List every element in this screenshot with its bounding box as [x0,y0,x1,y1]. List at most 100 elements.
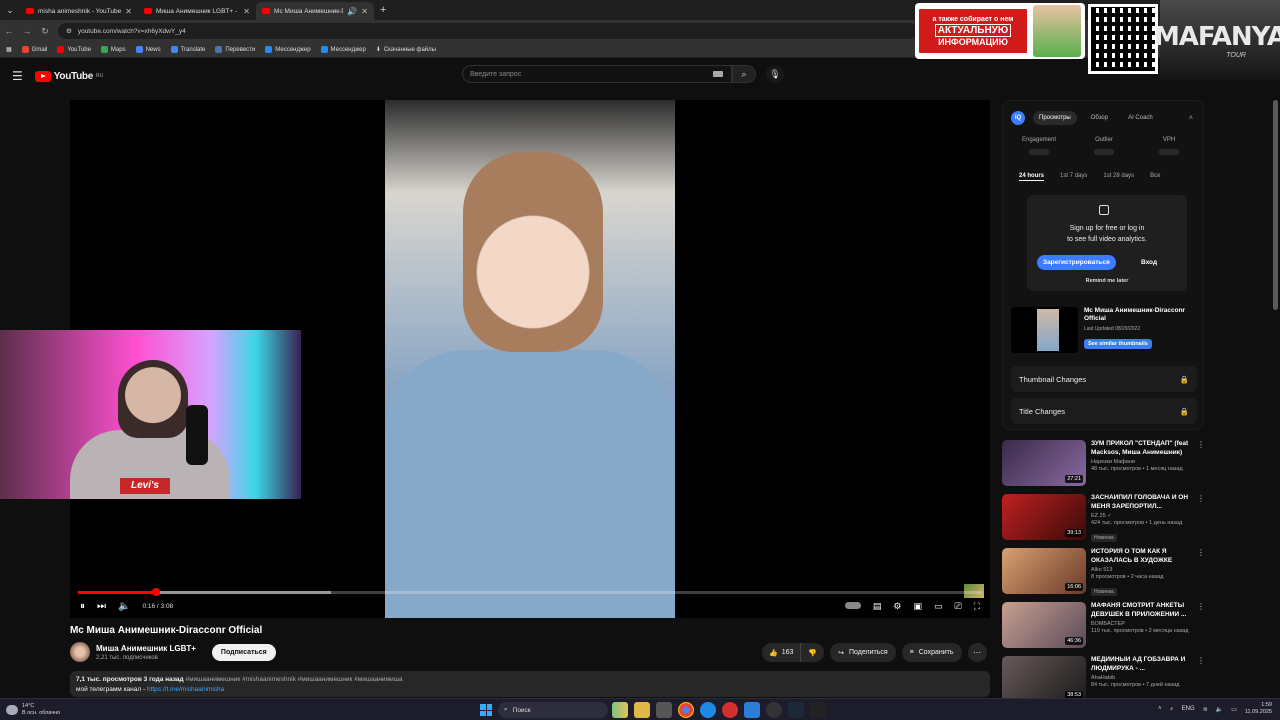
scrubber-handle[interactable] [151,588,160,596]
title-changes-row[interactable]: Title Changes 🔒 [1011,398,1197,424]
kebab-menu-icon[interactable]: ⋮ [1197,656,1205,665]
rec-title[interactable]: МЕДИЙНЫЙ АД ГОБЗАВРА И ЛЮДМИРУКА - ... [1091,656,1201,673]
search-button[interactable]: ⌕ [732,65,756,83]
widgets-icon[interactable] [612,702,628,718]
apps-icon[interactable]: ▦ [6,46,12,53]
range-28d[interactable]: 1st 28 days [1103,173,1134,181]
subtitles-icon[interactable]: ▤ [873,601,882,612]
remind-later-link[interactable]: Remind me later [1027,278,1187,284]
tab-views[interactable]: Просмотры [1033,111,1077,125]
rec-channel[interactable]: EZ 25 ✓ [1091,513,1201,519]
bookmark-translate[interactable]: Translate [170,46,205,53]
similar-thumbnails-button[interactable]: See similar thumbnails [1083,339,1152,349]
cast-icon[interactable]: ⎚ [954,601,961,612]
weather-widget[interactable]: 14°C В осн. облачно [6,703,60,717]
bookmark-news[interactable]: News [135,46,161,53]
back-icon[interactable]: ← [0,26,18,36]
rec-title[interactable]: ЗУМ ПРИКОЛ "СТЕНДАП" (feat Macksos, Миша… [1091,440,1201,457]
video-description[interactable]: 7,1 тыс. просмотров 3 года назад #мишаан… [70,671,990,697]
rec-title[interactable]: МАФАНЯ СМОТРИТ АНКЕТЫ ДЕВУШЕК В ПРИЛОЖЕН… [1091,602,1201,619]
clock[interactable]: 1:59 11.09.2025 [1245,702,1272,716]
network-icon[interactable]: ⚡ [1169,706,1173,713]
rec-channel[interactable]: БОМБАСТЕР [1091,621,1201,627]
keyboard-icon[interactable] [713,71,723,77]
close-tab-icon[interactable]: ✕ [125,7,132,16]
rec-thumbnail[interactable]: 39:13 [1002,494,1086,540]
site-info-icon[interactable]: ⚙ [66,27,72,35]
reload-icon[interactable]: ↻ [36,26,54,37]
url-input[interactable]: ⚙ youtube.com/watch?v=xh6yXdwY_y4 [58,23,918,39]
tab-overview[interactable]: Обзор [1085,111,1114,125]
close-tab-icon[interactable]: ✕ [361,7,368,16]
start-button[interactable] [480,704,492,716]
telegram-link[interactable]: https://t.me/mishaanimisha [147,686,224,693]
kebab-menu-icon[interactable]: ⋮ [1197,602,1205,611]
progress-bar[interactable] [78,588,982,596]
hamburger-menu-icon[interactable]: ☰ [12,69,23,83]
browser-tab-2[interactable]: Миша Анимешник LGBT+ - Yo ✕ [138,2,256,20]
next-icon[interactable]: ⏭ [97,601,106,612]
kebab-menu-icon[interactable]: ⋮ [1197,440,1205,449]
autoplay-toggle[interactable] [844,601,861,609]
app-icon[interactable] [810,702,826,718]
kebab-menu-icon[interactable]: ⋮ [1197,548,1205,557]
vscode-icon[interactable] [744,702,760,718]
page-scrollbar[interactable] [1273,100,1278,310]
hashtags[interactable]: #мишаанимешник #mishaanimeshnik #мишаани… [185,676,402,683]
login-button[interactable]: Вход [1141,259,1157,266]
tab-ai-coach[interactable]: AI Coach [1122,111,1159,125]
register-button[interactable]: Зарегистрироваться [1037,255,1116,270]
bookmark-maps[interactable]: Maps [100,46,126,53]
youtube-logo[interactable]: YouTube RU [34,70,103,82]
wifi-icon[interactable]: ≋ [1203,706,1208,713]
bookmark-messenger-2[interactable]: Мессенджер [320,46,366,53]
tab-list-icon[interactable]: ⌄ [0,0,20,20]
forward-icon[interactable]: → [18,26,36,36]
voice-search-button[interactable]: 🎙 [766,65,784,83]
thumbnail-changes-row[interactable]: Thumbnail Changes 🔒 [1011,366,1197,392]
rec-channel[interactable]: Alko 513 [1091,567,1201,573]
list-item[interactable]: 16:06 ИСТОРИЯ О ТОМ КАК Я ОКАЗАЛАСЬ В ХУ… [1002,548,1208,602]
browser-tab-3[interactable]: Мс Миша Анимешник-Dir 🔊 ✕ [256,2,374,20]
list-item[interactable]: 27:21 ЗУМ ПРИКОЛ "СТЕНДАП" (feat Macksos… [1002,440,1208,494]
pause-icon[interactable]: ⏸ [80,601,85,612]
rec-title[interactable]: ИСТОРИЯ О ТОМ КАК Я ОКАЗАЛАСЬ В ХУДОЖКЕ [1091,548,1201,565]
fullscreen-icon[interactable]: ⛶ [974,601,980,612]
speaker-icon[interactable]: 🔊 [347,7,357,16]
new-tab-icon[interactable]: + [380,4,386,16]
chevron-up-icon[interactable]: ˄ [1189,115,1193,122]
dislike-button[interactable]: 👎 [801,649,824,657]
kebab-menu-icon[interactable]: ⋮ [1197,494,1205,503]
bookmark-gmail[interactable]: Gmail [21,46,47,53]
task-view-icon[interactable] [656,702,672,718]
channel-avatar[interactable] [70,642,90,662]
volume-icon[interactable]: 🔈 [1216,706,1223,713]
range-all[interactable]: Все [1150,173,1160,181]
battery-icon[interactable]: ▭ [1231,706,1237,713]
list-item[interactable]: 46:36 МАФАНЯ СМОТРИТ АНКЕТЫ ДЕВУШЕК В ПР… [1002,602,1208,656]
rec-channel[interactable]: Нарезки Мафани [1091,459,1201,465]
save-button[interactable]: ≡ Сохранить [901,643,962,662]
theater-mode-icon[interactable]: ▭ [934,601,943,612]
rec-thumbnail[interactable]: 38:53 [1002,656,1086,702]
share-button[interactable]: ↪ Поделиться [830,643,896,662]
file-explorer-icon[interactable] [634,702,650,718]
rec-thumbnail[interactable]: 27:21 [1002,440,1086,486]
rec-channel[interactable]: AhaHabib [1091,675,1201,681]
rec-thumbnail[interactable]: 16:06 [1002,548,1086,594]
bookmark-perevesti[interactable]: Перевести [215,46,255,53]
lang-indicator[interactable]: ENG [1182,706,1195,712]
range-7d[interactable]: 1st 7 days [1060,173,1087,181]
taskbar-search[interactable]: ⌕ Поиск [498,702,608,718]
bookmark-downloads[interactable]: ⬇ Скачанные файлы [376,46,436,54]
opera-icon[interactable] [722,702,738,718]
search-input[interactable]: Введите запрос [462,65,732,83]
edge-icon[interactable] [700,702,716,718]
obs-icon[interactable] [766,702,782,718]
more-actions-icon[interactable]: ⋯ [967,643,987,662]
subscribe-button[interactable]: Подписаться [211,643,276,661]
range-24h[interactable]: 24 hours [1019,173,1045,181]
like-button[interactable]: 👍 163 [762,643,802,662]
bookmark-youtube[interactable]: YouTube [57,46,91,53]
rec-title[interactable]: ЗАСНАЙПИЛ ГОЛОВАЧА И ОН МЕНЯ ЗАРЕПОРТИЛ.… [1091,494,1201,511]
